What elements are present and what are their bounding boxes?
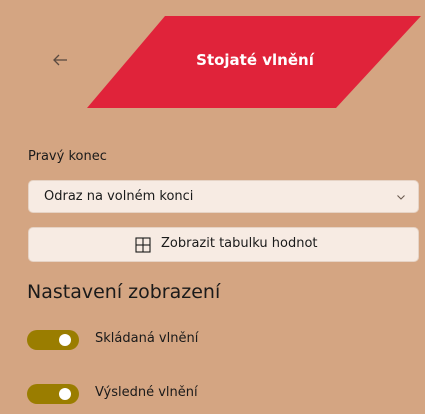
- toggle-stacked-waves-label: Skládaná vlnění: [95, 331, 199, 346]
- display-settings-heading: Nastavení zobrazení: [27, 281, 221, 303]
- right-end-label: Pravý konec: [28, 149, 107, 164]
- toggle-knob: [59, 388, 71, 400]
- page-title: Stojaté vlnění: [196, 51, 314, 69]
- toggle-knob: [59, 334, 71, 346]
- window-edge: [425, 0, 436, 414]
- toggle-stacked-waves[interactable]: [27, 330, 79, 350]
- arrow-left-icon: [53, 54, 67, 66]
- toggle-resultant-wave-label: Výsledné vlnění: [95, 385, 198, 400]
- toggle-resultant-wave[interactable]: [27, 384, 79, 404]
- back-button[interactable]: [44, 44, 76, 76]
- table-grid-icon: [135, 237, 151, 253]
- right-end-dropdown[interactable]: Odraz na volném konci: [28, 180, 419, 213]
- right-end-selected-value: Odraz na volném konci: [44, 189, 194, 204]
- settings-panel: Stojaté vlnění Pravý konec Odraz na voln…: [0, 0, 436, 414]
- show-table-button[interactable]: Zobrazit tabulku hodnot: [28, 227, 419, 262]
- show-table-label: Zobrazit tabulku hodnot: [161, 236, 318, 251]
- chevron-down-icon: [397, 195, 405, 200]
